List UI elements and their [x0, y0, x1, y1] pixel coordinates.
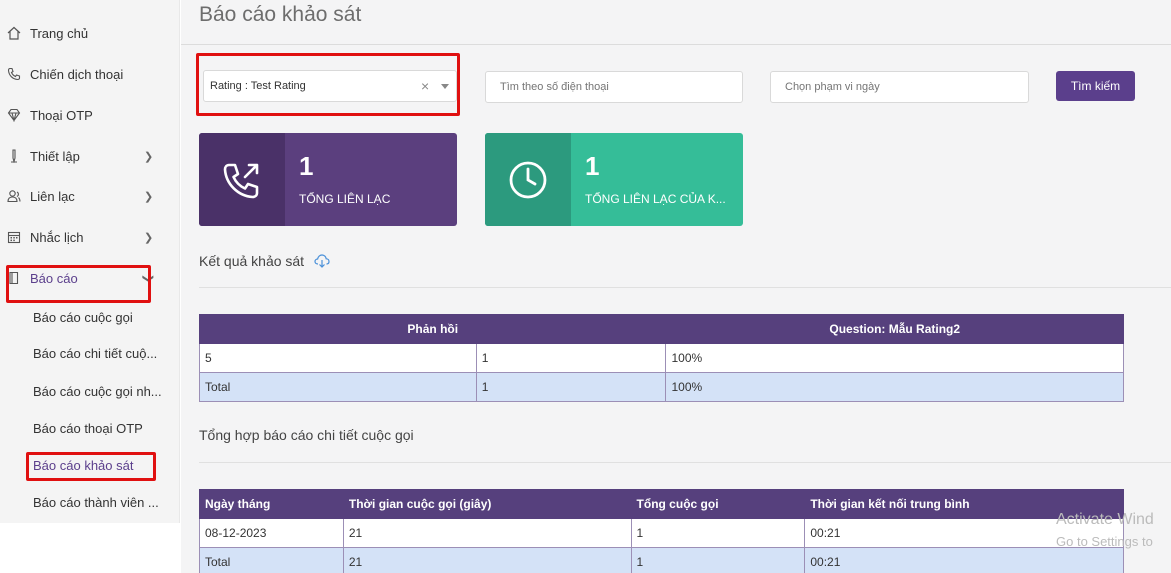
main-content: Báo cáo khảo sát Rating : Test Rating × … — [181, 0, 1171, 573]
phone-search-input[interactable] — [485, 71, 743, 103]
chevron-right-icon: ❯ — [144, 190, 154, 203]
subitem-call-report[interactable]: Báo cáo cuộc gọi — [33, 310, 173, 325]
section-divider — [199, 462, 1171, 463]
sidebar-item-label: Thiết lập — [30, 148, 80, 164]
sidebar-item-home[interactable]: Trang chủ — [0, 18, 180, 48]
table-cell: 100% — [665, 372, 1124, 402]
calendar-icon — [6, 229, 22, 245]
survey-results-title-text: Kết quả khảo sát — [199, 253, 305, 269]
column-header: Phản hồi — [198, 314, 667, 344]
table-row: Total 21 1 00:21 — [199, 547, 1124, 573]
survey-select[interactable]: Rating : Test Rating × — [203, 70, 457, 102]
column-header: Ngày tháng — [199, 489, 344, 519]
stat-caption: TỔNG LIÊN LẠC — [299, 192, 391, 206]
contacts-icon — [6, 188, 22, 204]
stat-value: 1 — [299, 151, 314, 181]
column-header: Question: Mẫu Rating2 — [665, 314, 1124, 344]
chevron-down-icon[interactable] — [441, 84, 449, 89]
sidebar-item-contacts[interactable]: Liên lạc ❯ — [0, 181, 180, 211]
section-divider — [199, 287, 1171, 288]
chevron-down-icon: ❯ — [142, 273, 155, 283]
cloud-download-icon[interactable] — [314, 254, 330, 271]
pen-icon — [6, 148, 22, 164]
sidebar-item-reminders[interactable]: Nhắc lịch ❯ — [0, 222, 180, 252]
subitem-call-detail-report[interactable]: Báo cáo chi tiết cuộ... — [33, 346, 173, 361]
title-divider — [181, 44, 1171, 45]
phone-outgoing-icon — [199, 133, 285, 226]
table-cell: 1 — [475, 343, 667, 373]
stat-card-total-contacts: 1 TỔNG LIÊN LẠC — [199, 133, 457, 226]
survey-results-title: Kết quả khảo sát — [199, 253, 330, 271]
sidebar-item-settings[interactable]: Thiết lập ❯ — [0, 141, 180, 171]
search-button[interactable]: Tìm kiếm — [1056, 71, 1135, 101]
table-cell: 1 — [630, 547, 806, 573]
book-icon — [6, 270, 22, 286]
table-header-row: Ngày tháng Thời gian cuộc gọi (giây) Tổn… — [199, 489, 1124, 519]
clock-icon — [485, 133, 571, 226]
call-summary-table: Ngày tháng Thời gian cuộc gọi (giây) Tổn… — [199, 489, 1124, 573]
subitem-survey-report[interactable]: Báo cáo khảo sát — [33, 458, 173, 473]
table-cell: 1 — [630, 518, 806, 548]
table-cell: 100% — [665, 343, 1124, 373]
column-header: Thời gian cuộc gọi (giây) — [342, 489, 632, 519]
table-cell: Total — [199, 372, 477, 402]
sidebar-item-label: Liên lạc — [30, 188, 75, 204]
sidebar-item-otp[interactable]: Thoại OTP — [0, 100, 180, 130]
date-range-input[interactable] — [770, 71, 1029, 103]
home-icon — [6, 25, 22, 41]
survey-select-value: Rating : Test Rating — [210, 80, 306, 92]
sidebar-item-label: Thoại OTP — [30, 107, 93, 123]
table-row: 5 1 100% — [199, 343, 1124, 373]
table-cell: Total — [199, 547, 344, 573]
table-row: 08-12-2023 21 1 00:21 — [199, 518, 1124, 548]
subitem-call-group-report[interactable]: Báo cáo cuộc gọi nh... — [33, 384, 173, 399]
subitem-otp-report[interactable]: Báo cáo thoại OTP — [33, 421, 173, 436]
subitem-member-report[interactable]: Báo cáo thành viên ... — [33, 495, 173, 510]
phone-icon — [6, 66, 22, 82]
table-cell: 08-12-2023 — [199, 518, 344, 548]
sidebar: Trang chủ Chiến dịch thoại Thoại OTP Thi… — [0, 0, 180, 523]
call-summary-title: Tổng hợp báo cáo chi tiết cuộc gọi — [199, 427, 414, 443]
table-cell: 5 — [199, 343, 477, 373]
column-header: Tổng cuộc gọi — [630, 489, 806, 519]
survey-results-table: Phản hồi Question: Mẫu Rating2 5 1 100% … — [198, 314, 1124, 402]
sidebar-item-voice-campaign[interactable]: Chiến dịch thoại — [0, 59, 180, 89]
stat-card-total-contacts-of: 1 TỔNG LIÊN LẠC CỦA K... — [485, 133, 743, 226]
sidebar-item-label: Trang chủ — [30, 25, 89, 41]
sidebar-item-label: Nhắc lịch — [30, 229, 84, 245]
chevron-right-icon: ❯ — [144, 150, 154, 163]
activation-watermark-line2: Go to Settings to — [1056, 534, 1153, 549]
table-row: Total 1 100% — [199, 372, 1124, 402]
sidebar-item-label: Chiến dịch thoại — [30, 66, 124, 82]
diamond-icon — [6, 107, 22, 123]
stat-caption: TỔNG LIÊN LẠC CỦA K... — [585, 192, 726, 206]
clear-icon[interactable]: × — [421, 78, 429, 94]
table-header-row: Phản hồi Question: Mẫu Rating2 — [198, 314, 1124, 344]
chevron-right-icon: ❯ — [144, 231, 154, 244]
sidebar-item-label: Báo cáo — [30, 270, 78, 286]
table-cell: 21 — [342, 547, 632, 573]
activation-watermark-line1: Activate Wind — [1056, 511, 1154, 528]
sidebar-item-reports[interactable]: Báo cáo ❯ — [0, 263, 180, 293]
table-cell: 21 — [342, 518, 632, 548]
stat-value: 1 — [585, 151, 600, 181]
page-title: Báo cáo khảo sát — [199, 3, 362, 26]
table-cell: 1 — [475, 372, 667, 402]
table-cell: 00:21 — [804, 547, 1124, 573]
